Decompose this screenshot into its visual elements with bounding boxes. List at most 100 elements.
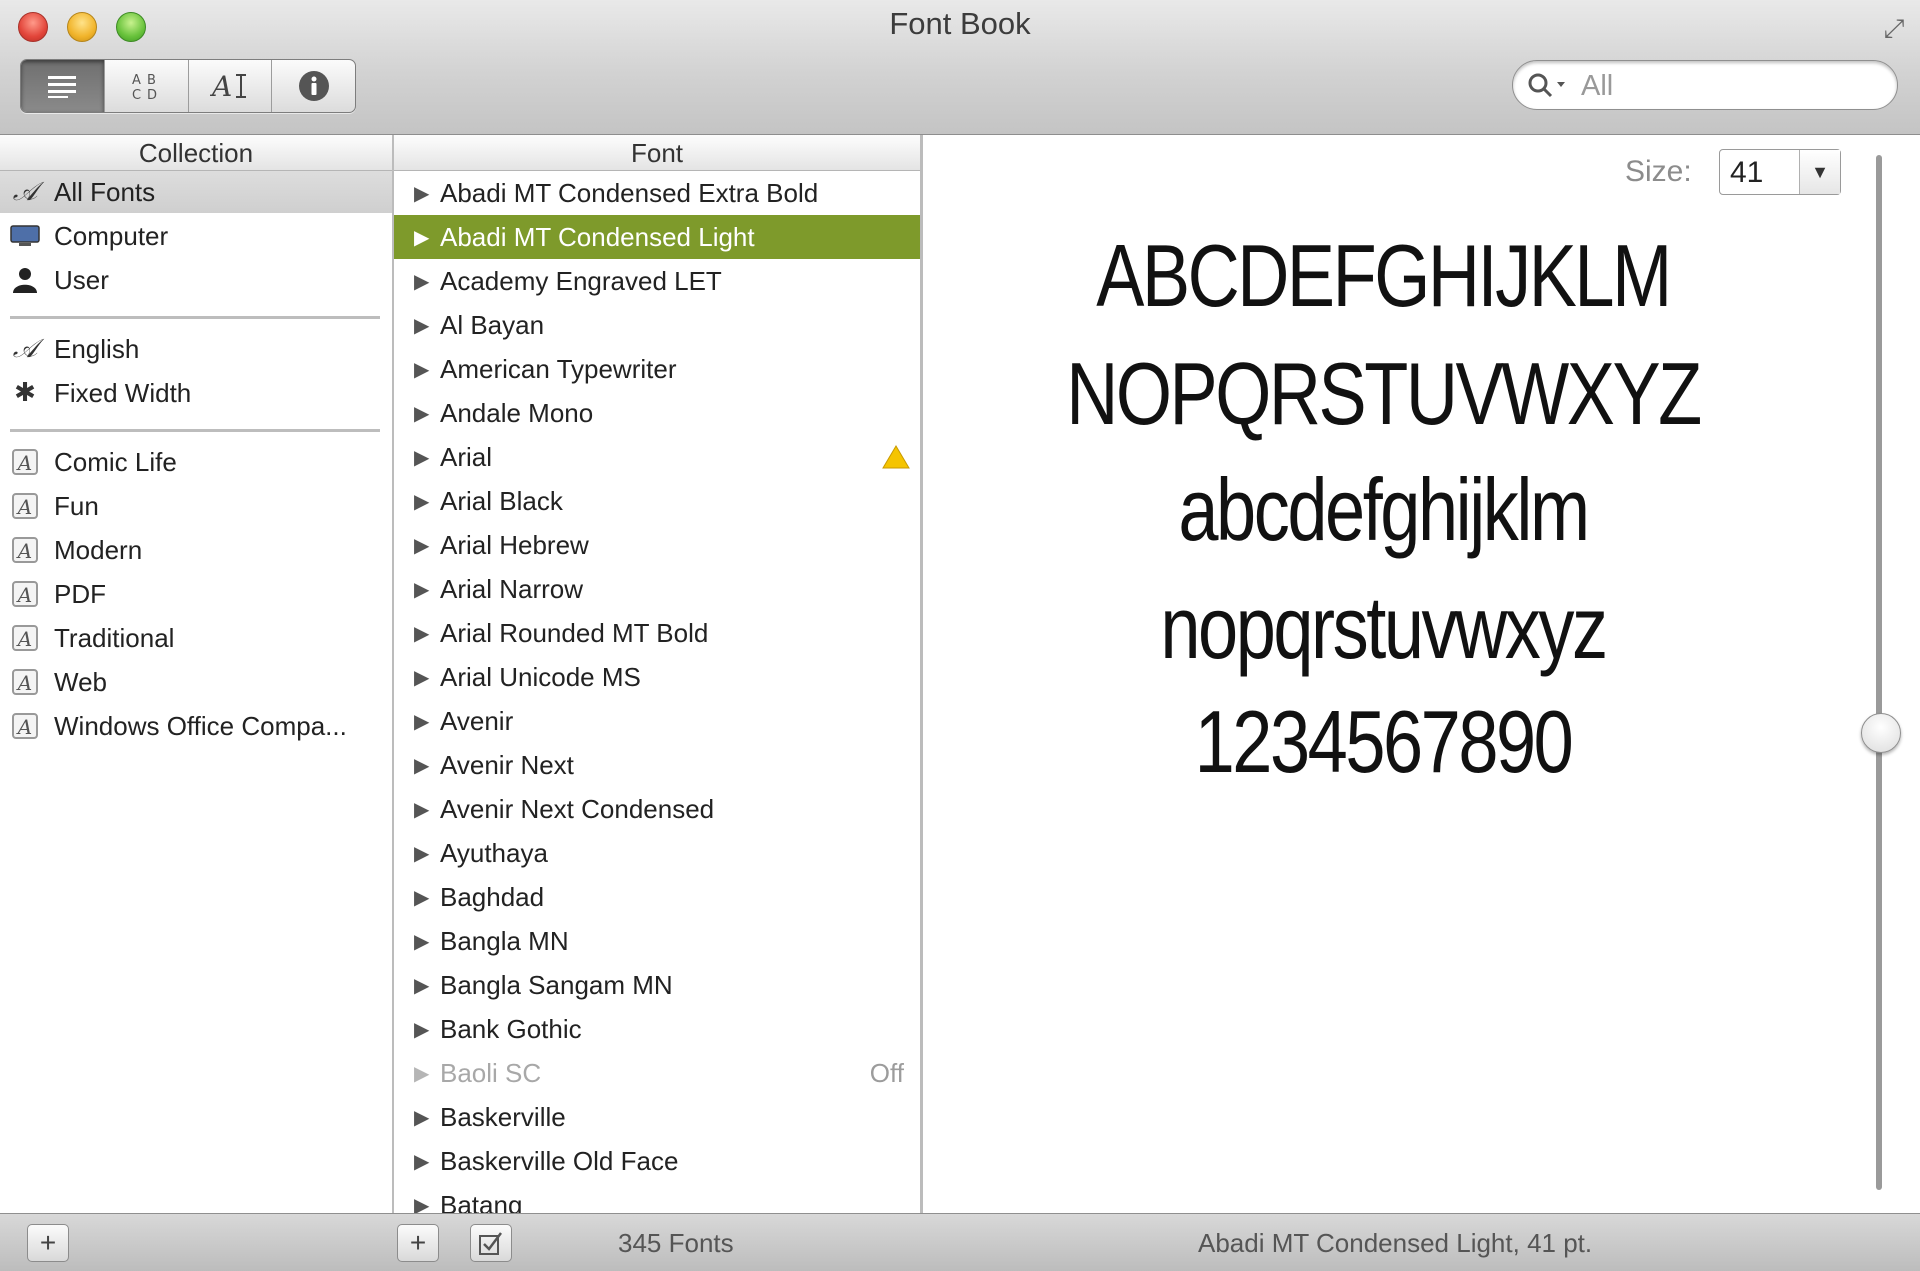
font-row[interactable]: ▶ Baskerville: [394, 1095, 920, 1139]
font-name: Bangla Sangam MN: [440, 969, 673, 1000]
disclosure-triangle-icon[interactable]: ▶: [414, 401, 434, 426]
custom-text-button[interactable]: A: [189, 60, 273, 112]
disclosure-triangle-icon[interactable]: ▶: [414, 1193, 434, 1214]
fullscreen-icon[interactable]: ⤢: [1878, 12, 1910, 44]
chevron-down-icon[interactable]: ▼: [1799, 150, 1840, 194]
grid-view-button[interactable]: A B C D: [105, 60, 189, 112]
collection-item-label: Fixed Width: [54, 377, 192, 408]
bottom-bar: + + 345 Fonts Abadi MT Condensed Light, …: [0, 1213, 1920, 1271]
font-row[interactable]: ▶ Arial Rounded MT Bold: [394, 611, 920, 655]
search-input[interactable]: [1579, 69, 1883, 103]
collection-item-pdf[interactable]: A PDF: [0, 573, 392, 615]
font-row[interactable]: ▶ Avenir: [394, 699, 920, 743]
disclosure-triangle-icon[interactable]: ▶: [414, 445, 434, 470]
font-name: Batang: [440, 1189, 523, 1214]
disclosure-triangle-icon[interactable]: ▶: [414, 973, 434, 998]
svg-text:D: D: [147, 88, 157, 101]
font-row[interactable]: ▶ Abadi MT Condensed Light: [394, 215, 920, 259]
disclosure-triangle-icon[interactable]: ▶: [414, 665, 434, 690]
font-column-header[interactable]: Font: [394, 135, 920, 171]
disclosure-triangle-icon[interactable]: ▶: [414, 841, 434, 866]
add-font-button[interactable]: +: [397, 1224, 439, 1262]
size-value[interactable]: 41: [1730, 156, 1763, 190]
collection-item-all-fonts[interactable]: 𝒜 All Fonts: [0, 171, 392, 213]
disclosure-triangle-icon[interactable]: ▶: [414, 577, 434, 602]
disclosure-triangle-icon[interactable]: ▶: [414, 885, 434, 910]
font-row[interactable]: ▶ Bank Gothic: [394, 1007, 920, 1051]
collection-icon: A: [12, 537, 38, 563]
preview-sample-line: NOPQRSTUVWXYZ: [1066, 344, 1702, 443]
font-row[interactable]: ▶ Abadi MT Condensed Extra Bold: [394, 171, 920, 215]
font-row[interactable]: ▶ Batang: [394, 1183, 920, 1214]
script-a-icon: 𝒜: [12, 176, 38, 207]
info-icon: [298, 71, 329, 101]
font-row[interactable]: ▶ American Typewriter: [394, 347, 920, 391]
collection-icon: A: [12, 493, 38, 519]
disclosure-triangle-icon[interactable]: ▶: [414, 709, 434, 734]
size-combobox[interactable]: 41 ▼: [1719, 149, 1841, 195]
disclosure-triangle-icon[interactable]: ▶: [414, 225, 434, 250]
add-collection-button[interactable]: +: [27, 1224, 69, 1262]
collection-item-fixed-width[interactable]: ✱ Fixed Width: [0, 372, 392, 414]
disclosure-triangle-icon[interactable]: ▶: [414, 1149, 434, 1174]
font-row[interactable]: ▶ Bangla MN: [394, 919, 920, 963]
disclosure-triangle-icon[interactable]: ▶: [414, 489, 434, 514]
collection-item-modern[interactable]: A Modern: [0, 529, 392, 571]
collection-icon: A: [12, 449, 38, 475]
disclosure-triangle-icon[interactable]: ▶: [414, 269, 434, 294]
size-slider-track[interactable]: [1876, 155, 1882, 1190]
collection-item-fun[interactable]: A Fun: [0, 485, 392, 527]
svg-text:C: C: [132, 88, 141, 101]
font-row[interactable]: ▶ Andale Mono: [394, 391, 920, 435]
disclosure-triangle-icon[interactable]: ▶: [414, 357, 434, 382]
collection-item-web[interactable]: A Web: [0, 661, 392, 703]
disclosure-triangle-icon[interactable]: ▶: [414, 621, 434, 646]
collection-icon: A: [12, 669, 38, 695]
font-row[interactable]: ▶ Arial Hebrew: [394, 523, 920, 567]
custom-text-icon: A: [210, 70, 246, 102]
disclosure-triangle-icon[interactable]: ▶: [414, 929, 434, 954]
font-name: Al Bayan: [440, 309, 545, 340]
validate-font-button[interactable]: [470, 1224, 512, 1262]
font-row[interactable]: ▶ Arial: [394, 435, 920, 479]
disclosure-triangle-icon[interactable]: ▶: [414, 1061, 434, 1086]
font-row[interactable]: ▶ Baskerville Old Face: [394, 1139, 920, 1183]
collection-item-label: Fun: [54, 490, 99, 521]
font-row[interactable]: ▶ Arial Black: [394, 479, 920, 523]
font-row[interactable]: ▶ Arial Unicode MS: [394, 655, 920, 699]
font-name: Abadi MT Condensed Light: [440, 221, 755, 252]
collection-item-computer[interactable]: Computer: [0, 215, 392, 257]
disclosure-triangle-icon[interactable]: ▶: [414, 797, 434, 822]
font-row[interactable]: ▶ Academy Engraved LET: [394, 259, 920, 303]
selected-font-info: Abadi MT Condensed Light, 41 pt.: [1198, 1228, 1593, 1258]
disclosure-triangle-icon[interactable]: ▶: [414, 1017, 434, 1042]
font-row[interactable]: ▶ Avenir Next Condensed: [394, 787, 920, 831]
font-row[interactable]: ▶ Arial Narrow: [394, 567, 920, 611]
info-button[interactable]: [272, 60, 355, 112]
disclosure-triangle-icon[interactable]: ▶: [414, 753, 434, 778]
svg-text:A: A: [210, 70, 232, 102]
collection-item-user[interactable]: User: [0, 259, 392, 301]
font-row[interactable]: ▶ Bangla Sangam MN: [394, 963, 920, 1007]
collection-item-english[interactable]: 𝒜 English: [0, 328, 392, 370]
size-slider-knob[interactable]: [1861, 713, 1901, 753]
disclosure-triangle-icon[interactable]: ▶: [414, 313, 434, 338]
font-name: Abadi MT Condensed Extra Bold: [440, 177, 819, 208]
font-row[interactable]: ▶ Al Bayan: [394, 303, 920, 347]
font-row[interactable]: ▶ Ayuthaya: [394, 831, 920, 875]
font-row[interactable]: ▶ Avenir Next: [394, 743, 920, 787]
disclosure-triangle-icon[interactable]: ▶: [414, 181, 434, 206]
collection-item-windows-office[interactable]: A Windows Office Compa...: [0, 705, 392, 747]
font-preview-pane: Size: 41 ▼ ABCDEFGHIJKLM NOPQRSTUVWXYZ a…: [923, 135, 1920, 1213]
collection-item-traditional[interactable]: A Traditional: [0, 617, 392, 659]
font-row[interactable]: ▶ Baghdad: [394, 875, 920, 919]
collection-item-comic-life[interactable]: A Comic Life: [0, 441, 392, 483]
disclosure-triangle-icon[interactable]: ▶: [414, 533, 434, 558]
sidebar-separator: [10, 316, 380, 319]
disclosure-triangle-icon[interactable]: ▶: [414, 1105, 434, 1130]
search-field[interactable]: [1512, 60, 1898, 110]
collection-column-header[interactable]: Collection: [0, 135, 392, 171]
list-view-button[interactable]: [21, 60, 105, 112]
collection-item-label: English: [54, 333, 140, 364]
font-row[interactable]: ▶ Baoli SC Off: [394, 1051, 920, 1095]
